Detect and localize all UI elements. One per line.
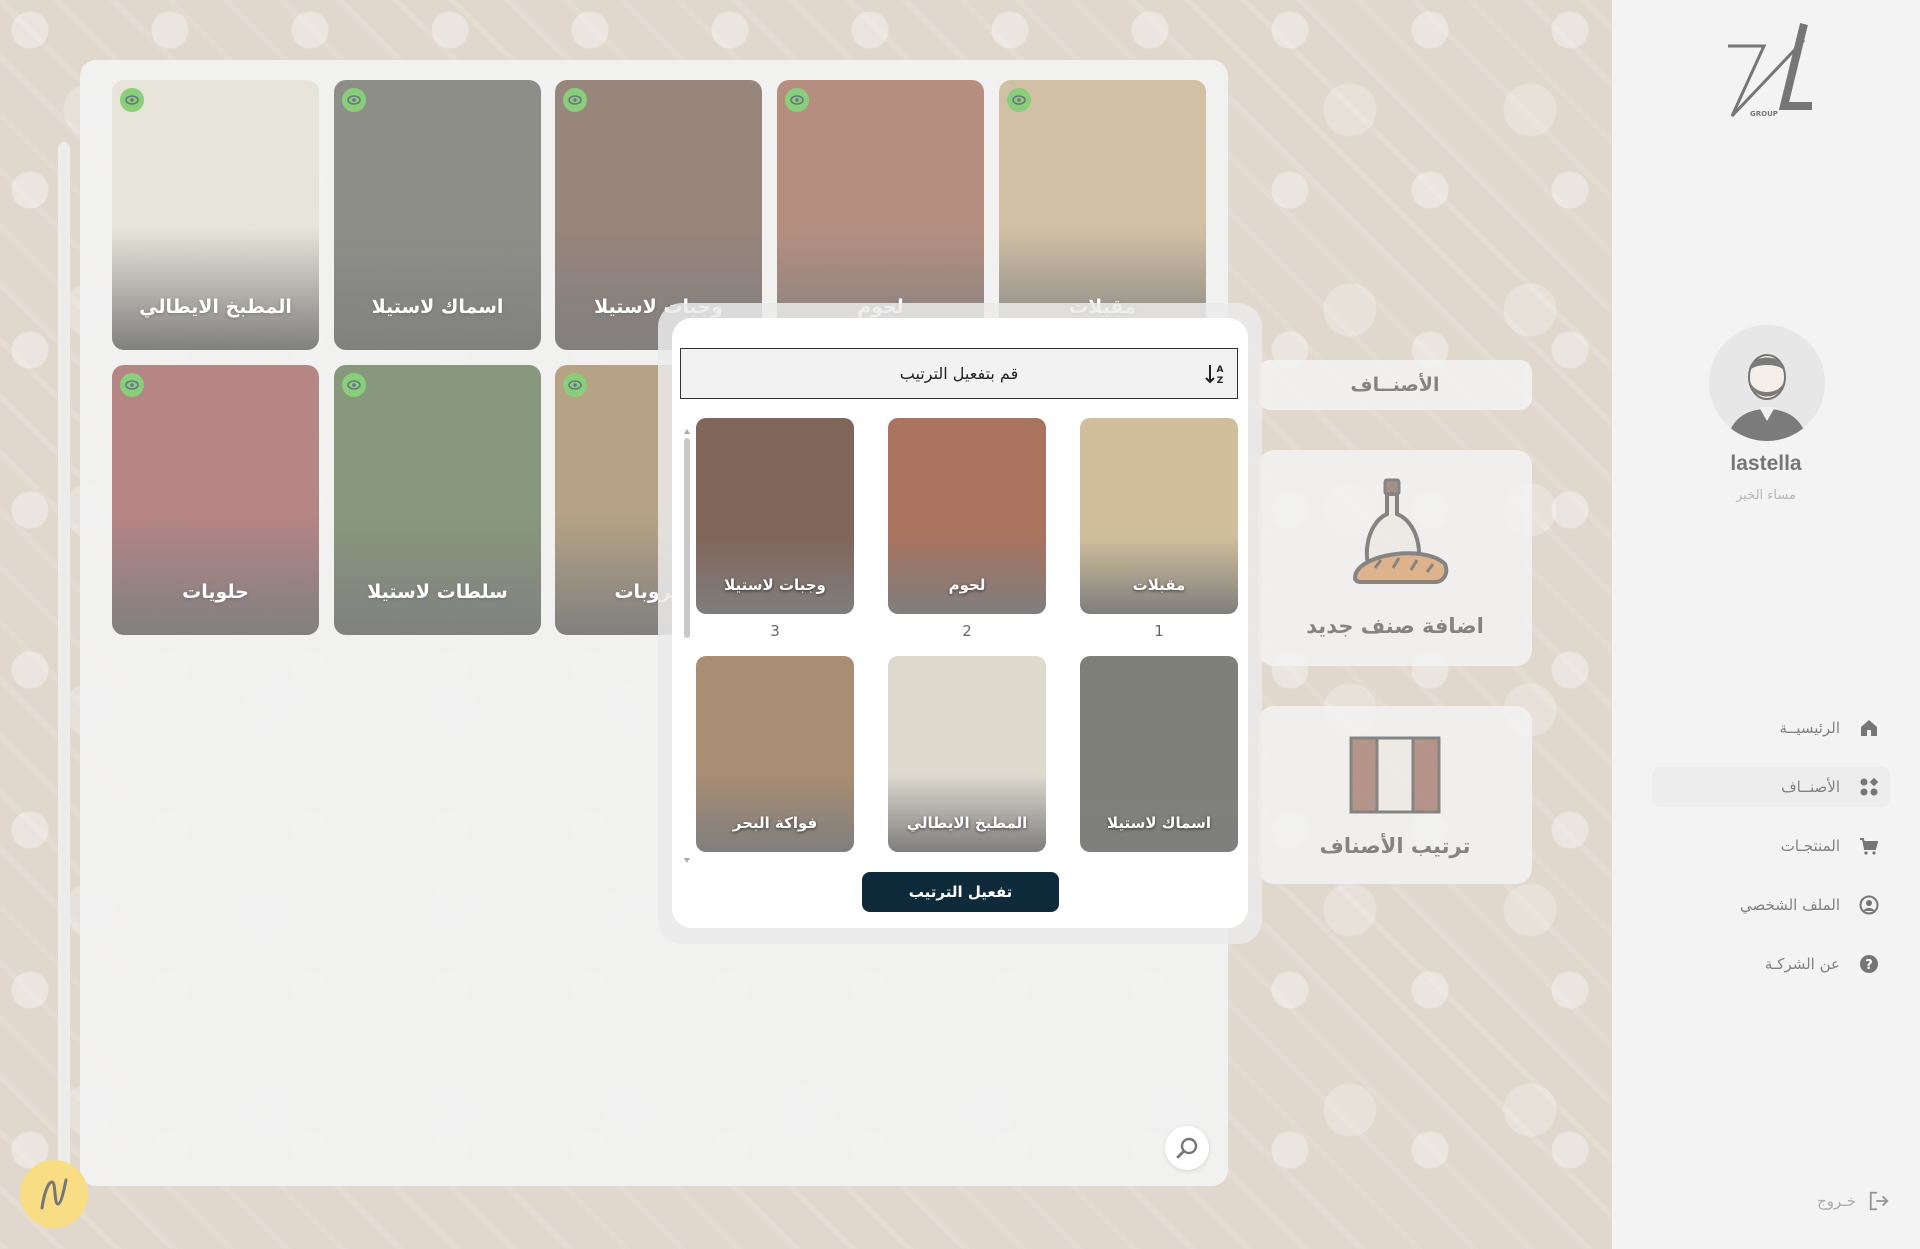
- svg-text:Z: Z: [1217, 376, 1224, 386]
- tile-label: لحوم: [948, 576, 986, 594]
- tile-label: فواكة البحر: [732, 814, 818, 832]
- order-number: 3: [770, 622, 780, 640]
- reorder-item[interactable]: اسماك لاستيلا: [1080, 656, 1238, 852]
- order-number: 1: [1154, 622, 1164, 640]
- tile-label: مقبلات: [1132, 576, 1186, 594]
- reorder-item[interactable]: وجبات لاستيلا: [696, 418, 854, 614]
- reorder-item[interactable]: لحوم: [888, 418, 1046, 614]
- reorder-item[interactable]: مقبلات: [1080, 418, 1238, 614]
- svg-text:A: A: [1217, 365, 1224, 375]
- sort-prompt: قم بتفعيل الترتيب: [899, 364, 1019, 383]
- sort-az-icon: A Z: [1205, 365, 1224, 386]
- sort-toggle-bar[interactable]: قم بتفعيل الترتيب A Z: [680, 348, 1238, 399]
- reorder-item[interactable]: المطبخ الايطالي: [888, 656, 1046, 852]
- modal-scrollbar[interactable]: [683, 428, 691, 864]
- order-number: 2: [962, 622, 972, 640]
- tile-label: اسماك لاستيلا: [1106, 814, 1212, 832]
- activate-order-button[interactable]: تفعيل الترتيب: [862, 872, 1059, 912]
- reorder-modal: قم بتفعيل الترتيب A Z مقبلات 1 لحوم 2 وج…: [672, 318, 1248, 928]
- tile-label: وجبات لاستيلا: [724, 576, 826, 594]
- reorder-item[interactable]: فواكة البحر: [696, 656, 854, 852]
- tile-label: المطبخ الايطالي: [906, 814, 1028, 832]
